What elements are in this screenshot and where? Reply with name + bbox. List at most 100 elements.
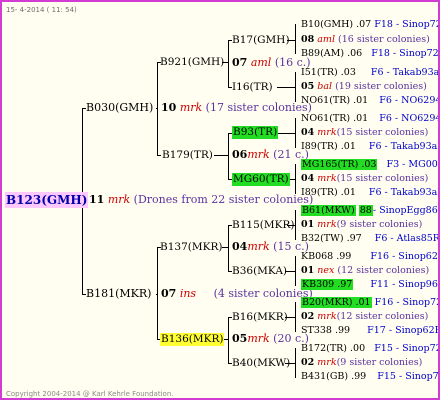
queen-gen1-bottom[interactable]: B181(MKR) [86,287,151,301]
queen-gen3[interactable]: B17(GMH) [232,34,290,47]
queen-gen2[interactable]: B137(MKR) [160,241,222,254]
gen4-drone: 04 mrk(15 sister colonies) [301,127,428,138]
gen1-bottom-drone-info: 07 ins (4 sister colonies) [161,287,313,301]
pedigree-text: F3 - MG00R [386,159,440,170]
queen-root[interactable]: B123(GMH) [5,192,89,208]
drone-breed: ins [179,287,197,300]
connector [157,155,161,156]
pedigree-text: mrk [317,357,337,368]
pedigree-text: bal [317,81,333,92]
pedigree-text: I89(TR) .01 [301,141,356,152]
gen4-entry[interactable]: MG165(TR) .03 F3 - MG00R [301,159,440,170]
queen-gen1-top[interactable]: B030(GMH) [86,101,153,115]
gen4-entry[interactable]: B20(MKR) .01 F16 - Sinop72R [301,297,438,308]
drone-breed: aml [250,56,272,69]
pedigree-text: mrk [317,173,337,184]
gen4-entry[interactable]: NO61(TR) .01 F6 - NO6294R [301,95,438,106]
connector [228,317,229,363]
pedigree-text: B172(TR) .00 [301,343,366,354]
gen1-top-drone-info: 10 mrk (17 sister colonies) [161,101,312,115]
pedigree-text: 88 [358,205,373,216]
pedigree-text: B89(AM) .06 [301,48,363,59]
drone-breed: mrk [107,193,131,206]
pedigree-text: (9 sister colonies) [336,219,423,230]
queen-gen3[interactable]: B40(MKW) [232,357,290,370]
pedigree-text: 01 [301,219,315,230]
pedigree-text: F6 - NO6294R [379,95,438,106]
gen4-entry[interactable]: KB309 .97 F11 - Sinop96R [301,279,440,290]
pedigree-text: B10(GMH) .07 [301,19,372,30]
pedigree-text: (12 sister colonies) [336,311,429,322]
queen-gen3[interactable]: B16(MKR) [232,311,288,324]
drone-number: 10 [161,101,177,114]
pedigree-text: B431(GB) .99 [301,371,367,382]
root-drone-info: 11 mrk (Drones from 22 sister colonies) [89,193,313,207]
connector [295,24,296,54]
connector [157,247,158,339]
connector [156,294,158,295]
connector [222,247,229,248]
pedigree-text: (19 sister colonies) [335,81,427,92]
gen4-entry[interactable]: B10(GMH) .07 F18 - Sinop72R [301,19,438,30]
drone-number: 07 [232,56,248,69]
pedigree-text: 02 [301,311,315,322]
pedigree-text: 02 [301,357,315,368]
pedigree-text: KB068 .99 [301,251,352,262]
gen4-entry[interactable]: B32(TW) .97 F6 - Atlas85R [301,233,438,244]
gen4-entry[interactable]: I89(TR) .01 F6 - Takab93aR [301,187,440,198]
pedigree-text: F18 - Sinop72R [371,48,440,59]
gen4-entry[interactable]: B89(AM) .06 F18 - Sinop72R [301,48,440,59]
gen4-entry[interactable]: B61(MKW) 88- SinopEgg86R [301,205,440,216]
gen2-drone-info: 06mrk (21 c.) [232,148,309,162]
queen-gen3[interactable]: B93(TR) [232,126,279,139]
pedigree-text: MG165(TR) .03 [301,159,378,170]
pedigree-text: F6 - NO6294R [379,113,438,124]
connector [228,40,229,87]
drone-number: 06 [232,148,248,161]
queen-gen2[interactable]: B921(GMH) [160,56,224,69]
gen4-drone: 08 aml (16 sister colonies) [301,34,430,45]
pedigree-text: mrk [317,219,337,230]
gen4-entry[interactable]: I89(TR) .01 F6 - Takab93aR [301,141,440,152]
pedigree-text: aml [317,34,335,45]
queen-gen3[interactable]: MG60(TR) [232,173,290,186]
pedigree-text: KB309 .97 [301,279,354,290]
queen-gen3[interactable]: B115(MKR) [232,219,294,232]
pedigree-text: F6 - Takab93aR [368,141,440,152]
connector [228,225,229,271]
queen-gen2[interactable]: B179(TR) [162,149,213,162]
queen-gen3[interactable]: B36(MKA) [232,265,287,278]
pedigree-text: 04 [301,127,315,138]
queen-gen3[interactable]: I16(TR) [232,81,273,94]
drone-breed: mrk [247,332,270,345]
pedigree-text: B32(TW) .97 [301,233,362,244]
gen4-entry[interactable]: B431(GB) .99 F15 - Sinop72R [301,371,438,382]
gen4-entry[interactable]: ST338 .99 F17 - Sinop62R [301,325,440,336]
gen4-entry[interactable]: KB068 .99 F16 - Sinop62R [301,251,438,262]
pedigree-text: F17 - Sinop62R [367,325,440,336]
pedigree-text: F6 - Takab93aR [368,187,440,198]
gen4-drone: 02 mrk(12 sister colonies) [301,311,428,322]
connector [156,108,158,109]
gen2-drone-info: 07 aml (16 c.) [232,56,311,70]
pedigree-text: F11 - Sinop96R [370,279,440,290]
drone-number: 11 [89,193,105,206]
queen-gen2[interactable]: B136(MKR) [160,333,225,346]
drone-number: 04 [232,240,248,253]
pedigree-text: mrk [317,127,337,138]
pedigree-text: 04 [301,173,315,184]
gen4-entry[interactable]: NO61(TR) .01 F6 - NO6294R [301,113,438,124]
pedigree-text: (9 sister colonies) [336,357,423,368]
connector [277,87,296,88]
pedigree-text: - SinopEgg86R [372,205,440,216]
pedigree-text: B20(MKR) .01 [301,297,372,308]
pedigree-text: F15 - Sinop72R [374,343,438,354]
pedigree-text: (16 sister colonies) [338,34,430,45]
gen4-entry[interactable]: I51(TR) .03 F6 - Takab93aR [301,67,438,78]
pedigree-text: I51(TR) .03 [301,67,356,78]
gen4-drone: 01 nex (12 sister colonies) [301,265,429,276]
copyright-footer: Copyright 2004-2014 @ Karl Kehrle Founda… [6,390,174,398]
pedigree-text: mrk [317,311,337,322]
gen4-entry[interactable]: B172(TR) .00 F15 - Sinop72R [301,343,438,354]
drone-breed: mrk [247,240,270,253]
